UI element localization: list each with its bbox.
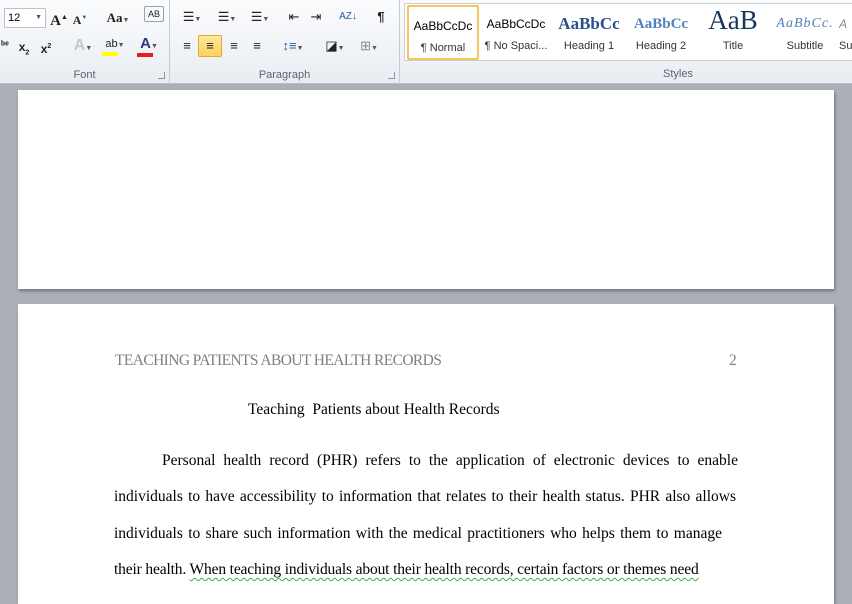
page-1	[18, 90, 834, 289]
superscript-icon[interactable]: x2	[38, 37, 54, 59]
paragraph-dialog-launcher[interactable]	[388, 72, 395, 79]
style-heading-2[interactable]: AaBbCc Heading 2	[625, 5, 697, 60]
clear-formatting-icon[interactable]: AB	[144, 6, 164, 22]
font-group-label: Font	[73, 69, 96, 81]
page-number: 2	[729, 352, 737, 369]
style-no-spacing[interactable]: AaBbCcDc ¶ No Spaci...	[480, 5, 552, 60]
sort-icon[interactable]: AZ↓	[338, 7, 358, 27]
font-size-box[interactable]: 12 ▼	[4, 8, 46, 28]
shading-icon[interactable]: ◪▼	[320, 36, 350, 59]
decrease-indent-icon[interactable]: ⇤	[285, 7, 303, 27]
multilevel-list-icon[interactable]: ☰▼	[246, 7, 274, 30]
running-head: TEACHING PATIENTS ABOUT HEALTH RECORDS	[115, 352, 442, 369]
subscript-icon[interactable]: x2	[16, 37, 32, 63]
numbering-icon[interactable]: ☰▼	[213, 7, 241, 30]
body-line: Personal health record (PHR) refers to t…	[162, 452, 738, 469]
chevron-down-icon: ▼	[35, 14, 42, 21]
paragraph-group: ☰▼ ☰▼ ☰▼ ⇤ ⇥ AZ↓ ¶ ≡ ≡ ≡ ≡ ↕≡▼ ◪▼ ⊞▼ Par…	[170, 0, 400, 84]
justify-icon[interactable]: ≡	[247, 36, 267, 56]
show-formatting-icon[interactable]: ¶	[372, 7, 390, 27]
style-heading-1[interactable]: AaBbCc Heading 1	[553, 5, 625, 60]
style-subtitle[interactable]: AaBbCc. Subtitle	[769, 5, 841, 60]
style-normal[interactable]: AaBbCcDc ¶ Normal	[407, 5, 479, 60]
shrink-font-icon[interactable]: A▼	[72, 8, 88, 30]
align-left-icon[interactable]: ≡	[177, 36, 197, 56]
align-center-icon[interactable]: ≡	[198, 35, 222, 57]
bullets-icon[interactable]: ☰▼	[178, 7, 206, 30]
line-spacing-icon[interactable]: ↕≡▼	[280, 36, 306, 59]
font-dialog-launcher[interactable]	[158, 72, 165, 79]
font-group: 12 ▼ A▲ A▼ Aa▼ AB ᵇᵉ x2 x2 A▼ ab▼ A▼ Font	[0, 0, 170, 84]
strikethrough-icon[interactable]: ᵇᵉ	[0, 36, 10, 56]
ribbon: 12 ▼ A▲ A▼ Aa▼ AB ᵇᵉ x2 x2 A▼ ab▼ A▼ Font…	[0, 0, 852, 84]
styles-group-label: Styles	[663, 68, 693, 80]
borders-icon[interactable]: ⊞▼	[355, 36, 383, 59]
change-case-icon[interactable]: Aa▼	[104, 8, 132, 30]
increase-indent-icon[interactable]: ⇥	[307, 7, 325, 27]
styles-gallery: AaBbCcDc ¶ Normal AaBbCcDc ¶ No Spaci... A…	[404, 3, 852, 61]
grow-font-icon[interactable]: A▲	[50, 7, 68, 31]
align-right-icon[interactable]: ≡	[224, 36, 244, 56]
page-2[interactable]: TEACHING PATIENTS ABOUT HEALTH RECORDS 2…	[18, 304, 834, 604]
grammar-flagged-text[interactable]: When teaching individuals about their he…	[190, 561, 699, 578]
highlight-icon[interactable]: ab▼	[100, 34, 130, 56]
document-title: Teaching Patients about Health Records	[248, 401, 500, 418]
text-effects-icon[interactable]: A▼	[70, 36, 96, 59]
body-line: their health. When teaching individuals …	[114, 561, 699, 578]
paragraph-group-label: Paragraph	[258, 69, 311, 81]
style-subtle-emphasis[interactable]: A Su	[839, 5, 852, 60]
body-line: individuals to have accessibility to inf…	[114, 488, 736, 505]
font-color-icon[interactable]: A▼	[135, 34, 163, 57]
body-line: individuals to share such information wi…	[114, 525, 722, 542]
style-title[interactable]: AaB Title	[697, 5, 769, 60]
